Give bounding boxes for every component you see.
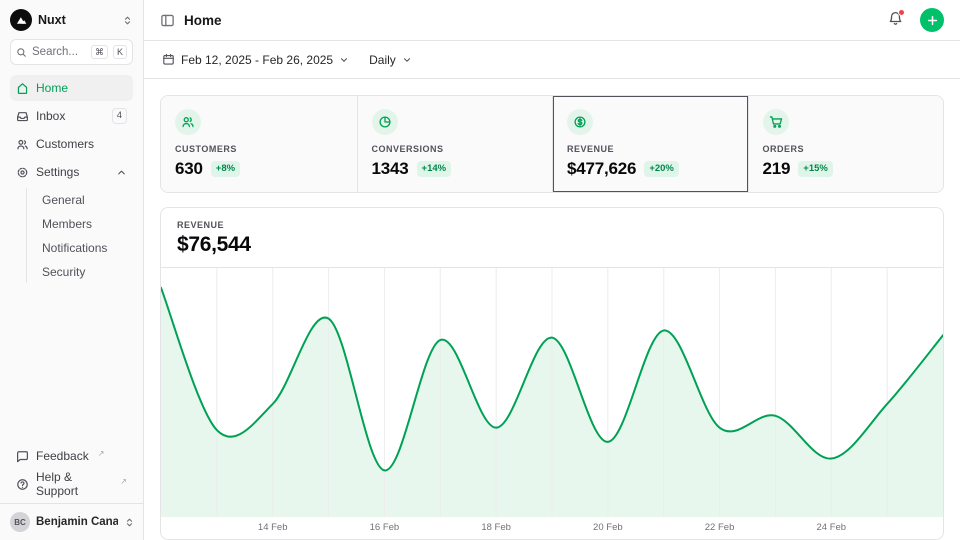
notifications-button[interactable]	[886, 9, 905, 31]
chevron-up-icon	[116, 167, 127, 178]
kbd-k: K	[113, 45, 127, 60]
panel-left-icon[interactable]	[160, 13, 175, 28]
stat-value: 219	[763, 159, 791, 179]
stat-value: $477,626	[567, 159, 636, 179]
footer-item-label: Feedback	[36, 449, 89, 463]
message-icon	[16, 450, 29, 463]
x-tick-label: 16 Feb	[370, 522, 400, 533]
x-tick-label: 20 Feb	[593, 522, 623, 533]
stat-delta-badge: +15%	[798, 161, 833, 176]
stat-delta-badge: +14%	[417, 161, 452, 176]
stat-delta-badge: +20%	[644, 161, 679, 176]
date-range-label: Feb 12, 2025 - Feb 26, 2025	[181, 53, 333, 67]
chart-header: REVENUE $76,544	[161, 208, 943, 268]
notification-dot	[898, 9, 905, 16]
external-link-icon: ↗	[98, 449, 105, 458]
sidebar-item-general[interactable]: General	[36, 188, 133, 211]
cart-icon	[763, 109, 789, 135]
chevrons-up-down-icon	[124, 517, 135, 528]
stat-label: CONVERSIONS	[372, 144, 539, 154]
period-label: Daily	[369, 53, 396, 67]
footer-item-label: Help & Support	[36, 470, 111, 498]
revenue-area-chart[interactable]: 14 Feb 16 Feb 18 Feb 20 Feb 22 Feb 24 Fe…	[161, 268, 943, 539]
sidebar-item-members[interactable]: Members	[36, 212, 133, 235]
chevron-down-icon	[402, 55, 412, 65]
user-name: Benjamin Canac	[36, 516, 118, 528]
stat-label: CUSTOMERS	[175, 144, 343, 154]
calendar-icon	[162, 53, 175, 66]
page-content: CUSTOMERS 630 +8% CONVERSIONS 1343 +14%	[144, 79, 960, 540]
page-header: Home	[144, 0, 960, 41]
stat-card-revenue[interactable]: REVENUE $477,626 +20%	[552, 96, 748, 192]
stats-row: CUSTOMERS 630 +8% CONVERSIONS 1343 +14%	[160, 95, 944, 193]
avatar: BC	[10, 512, 30, 532]
circle-dollar-icon	[567, 109, 593, 135]
sidebar-item-settings[interactable]: Settings	[10, 159, 133, 185]
chart-current-value: $76,544	[177, 233, 927, 257]
sidebar-item-inbox[interactable]: Inbox 4	[10, 103, 133, 129]
stat-card-customers[interactable]: CUSTOMERS 630 +8%	[161, 96, 357, 192]
kbd-meta: ⌘	[91, 45, 108, 60]
sidebar-item-label: Customers	[36, 137, 94, 151]
sidebar-item-label: Inbox	[36, 109, 65, 123]
x-tick-label: 14 Feb	[258, 522, 288, 533]
add-button[interactable]	[920, 8, 944, 32]
chart-canvas	[161, 268, 943, 517]
sidebar-item-home[interactable]: Home	[10, 75, 133, 101]
stat-value: 1343	[372, 159, 409, 179]
inbox-count-badge: 4	[112, 108, 127, 123]
chart-x-axis: 14 Feb 16 Feb 18 Feb 20 Feb 22 Feb 24 Fe…	[161, 517, 943, 539]
users-icon	[175, 109, 201, 135]
stat-label: REVENUE	[567, 144, 734, 154]
search-input[interactable]: Search... ⌘ K	[10, 39, 133, 65]
sidebar-item-notifications[interactable]: Notifications	[36, 236, 133, 259]
sidebar-item-customers[interactable]: Customers	[10, 131, 133, 157]
inbox-icon	[16, 110, 29, 123]
sidebar-item-label: Home	[36, 81, 68, 95]
stat-card-orders[interactable]: ORDERS 219 +15%	[748, 96, 944, 192]
x-tick-label: 22 Feb	[705, 522, 735, 533]
chart-title: REVENUE	[177, 220, 927, 230]
stat-value: 630	[175, 159, 203, 179]
sidebar-footer: Feedback ↗ Help & Support ↗	[0, 437, 143, 503]
help-support-link[interactable]: Help & Support ↗	[10, 471, 133, 497]
dashboard-app: Nuxt Search... ⌘ K Home	[0, 0, 960, 540]
plus-icon	[926, 14, 939, 27]
sidebar-nav: Home Inbox 4 Customers Settings	[0, 71, 143, 289]
gear-icon	[16, 166, 29, 179]
external-link-icon: ↗	[120, 477, 127, 486]
user-menu[interactable]: BC Benjamin Canac	[0, 503, 143, 540]
chevrons-up-down-icon	[122, 15, 133, 26]
page-title: Home	[184, 13, 877, 28]
period-select[interactable]: Daily	[367, 49, 414, 71]
stat-card-conversions[interactable]: CONVERSIONS 1343 +14%	[357, 96, 553, 192]
x-tick-label: 24 Feb	[816, 522, 846, 533]
search-icon	[16, 47, 27, 58]
users-icon	[16, 138, 29, 151]
stat-delta-badge: +8%	[211, 161, 240, 176]
x-tick-label: 18 Feb	[481, 522, 511, 533]
sidebar-item-label: Settings	[36, 165, 79, 179]
settings-submenu: General Members Notifications Security	[26, 188, 133, 283]
main-panel: Home Feb 12, 2025 - Feb 26, 2025	[144, 0, 960, 540]
nuxt-logo	[10, 9, 32, 31]
workspace-switcher[interactable]: Nuxt	[0, 0, 143, 38]
workspace-name: Nuxt	[38, 13, 116, 27]
date-range-picker[interactable]: Feb 12, 2025 - Feb 26, 2025	[160, 49, 351, 71]
feedback-link[interactable]: Feedback ↗	[10, 443, 133, 469]
filters-toolbar: Feb 12, 2025 - Feb 26, 2025 Daily	[144, 41, 960, 79]
sidebar: Nuxt Search... ⌘ K Home	[0, 0, 144, 540]
chart-pie-icon	[372, 109, 398, 135]
chevron-down-icon	[339, 55, 349, 65]
sidebar-item-security[interactable]: Security	[36, 260, 133, 283]
search-placeholder: Search...	[32, 46, 86, 58]
help-circle-icon	[16, 478, 29, 491]
home-icon	[16, 82, 29, 95]
stat-label: ORDERS	[763, 144, 930, 154]
revenue-chart-card: REVENUE $76,544 14 Feb 16 Feb 18 Feb 20 …	[160, 207, 944, 540]
